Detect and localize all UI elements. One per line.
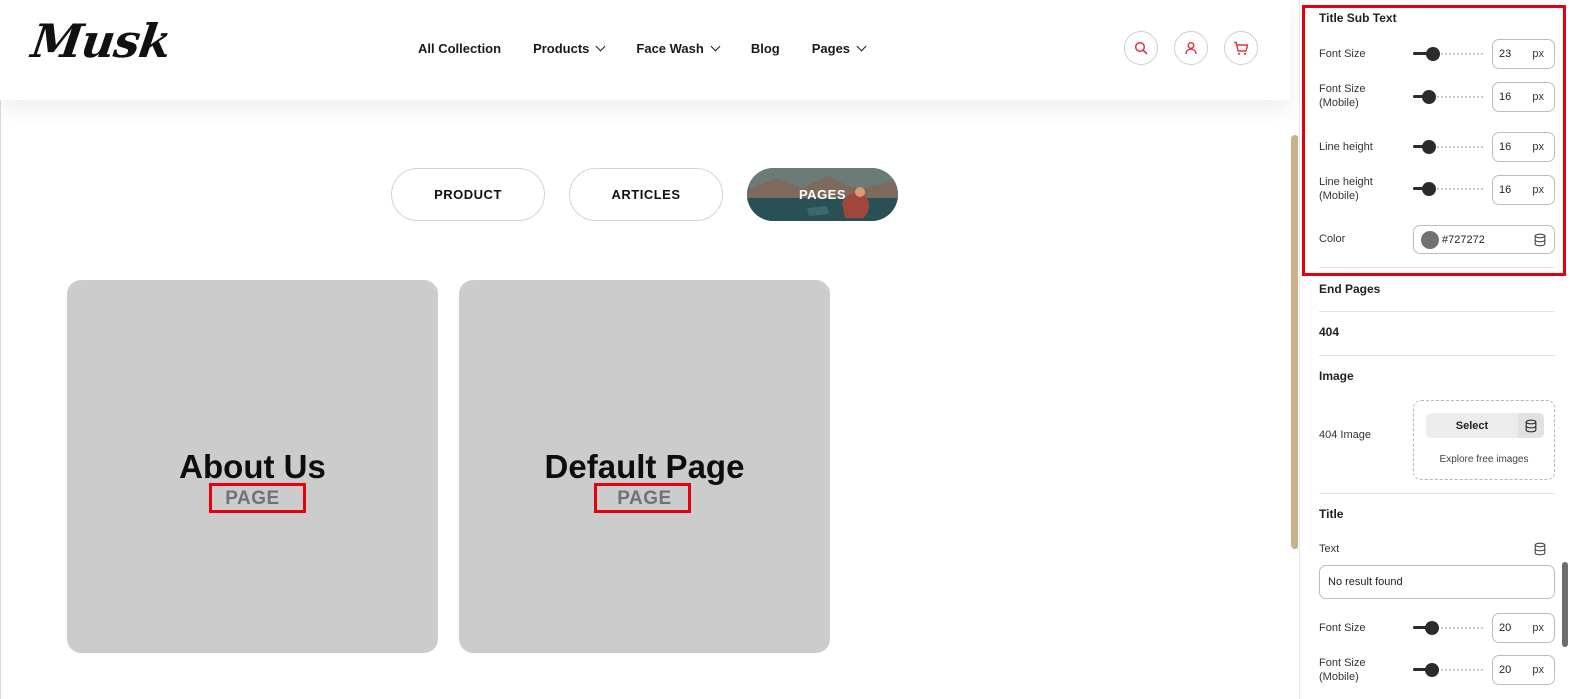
page-card-default-page[interactable]: Default Page PAGE (459, 280, 830, 653)
page-card-about-us[interactable]: About Us PAGE (67, 280, 438, 653)
search-button[interactable] (1124, 31, 1158, 65)
title-text-value: No result found (1328, 576, 1403, 588)
preview-edge (0, 0, 1, 699)
preview-scrollbar[interactable] (1291, 135, 1298, 549)
title-text-input[interactable]: No result found (1319, 565, 1555, 599)
tab-label: PAGES (798, 187, 847, 202)
nav-blog[interactable]: Blog (751, 41, 780, 56)
image-field-label: 404 Image (1319, 429, 1371, 441)
panel-highlight-box (1302, 5, 1566, 276)
slider-thumb[interactable] (1425, 621, 1439, 635)
main-nav: All Collection Products Face Wash Blog P… (418, 38, 867, 58)
nav-label: Blog (750, 40, 780, 56)
explore-free-images-link[interactable]: Explore free images (1414, 454, 1554, 465)
chevron-down-icon (710, 41, 721, 51)
store-preview: Musk All Collection Products Face Wash B… (0, 0, 1298, 699)
unit-label: px (1532, 664, 1544, 676)
cart-button[interactable] (1224, 31, 1258, 65)
tab-label: PRODUCT (434, 187, 502, 202)
image-source-button[interactable] (1518, 413, 1544, 438)
divider (1319, 311, 1555, 312)
nav-face-wash[interactable]: Face Wash (636, 40, 721, 56)
user-icon (1185, 42, 1197, 55)
title-font-size-mobile-label: Font Size (Mobile) (1319, 657, 1366, 683)
tab-product[interactable]: PRODUCT (391, 168, 545, 221)
database-icon (1525, 419, 1537, 432)
nav-label: Pages (811, 40, 851, 56)
chevron-down-icon (595, 41, 606, 51)
section-title-404: 404 (1319, 325, 1340, 339)
search-icon (1134, 41, 1148, 55)
select-image-button[interactable]: Select (1426, 413, 1518, 438)
chevron-down-icon (856, 41, 867, 51)
section-title-title: Title (1319, 507, 1344, 521)
nav-products[interactable]: Products (533, 40, 606, 56)
card-title: About Us (179, 448, 326, 485)
unit-label: px (1532, 622, 1544, 634)
slider-thumb[interactable] (1425, 663, 1439, 677)
cart-icon (1234, 41, 1249, 55)
account-button[interactable] (1174, 31, 1208, 65)
image-upload-box: Select Explore free images (1413, 400, 1555, 480)
title-font-size-label: Font Size (1319, 622, 1366, 634)
nav-label: Products (533, 40, 590, 56)
title-font-size-mobile-value: 20 (1499, 664, 1512, 676)
section-title-image: Image (1319, 369, 1354, 383)
title-font-size-slider[interactable] (1413, 621, 1485, 635)
highlight-box (594, 483, 691, 513)
nav-label: Face Wash (636, 40, 704, 56)
nav-all-collection[interactable]: All Collection (418, 41, 501, 56)
store-logo[interactable]: Musk (28, 14, 174, 68)
tab-pages[interactable]: PAGES (747, 168, 898, 221)
section-title-end-pages: End Pages (1319, 282, 1381, 296)
nav-pages[interactable]: Pages (811, 40, 867, 56)
card-title: Default Page (544, 448, 745, 485)
nav-label: All Collection (418, 40, 502, 56)
panel-scrollbar[interactable] (1562, 562, 1568, 647)
title-font-size-mobile-slider[interactable] (1413, 663, 1485, 677)
title-font-size-input[interactable]: 20 px (1492, 613, 1555, 643)
title-font-size-value: 20 (1499, 622, 1512, 634)
title-font-size-mobile-input[interactable]: 20 px (1492, 655, 1555, 685)
divider (1319, 493, 1555, 494)
database-icon[interactable] (1533, 542, 1547, 556)
divider (1319, 355, 1555, 356)
tab-articles[interactable]: ARTICLES (569, 168, 723, 221)
text-label: Text (1319, 543, 1340, 555)
store-header: Musk All Collection Products Face Wash B… (0, 0, 1290, 100)
tab-label: ARTICLES (611, 187, 681, 202)
highlight-box (209, 483, 306, 513)
